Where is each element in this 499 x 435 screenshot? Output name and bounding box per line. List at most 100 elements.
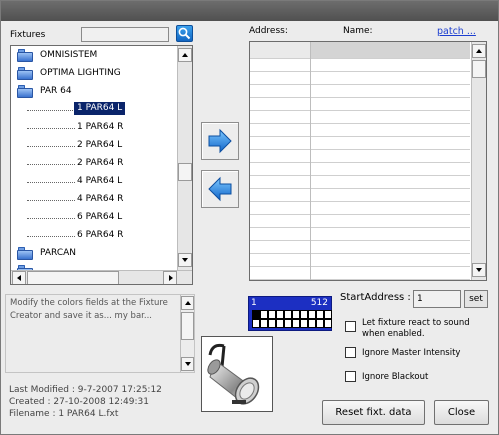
tree-scroll-left-button[interactable] — [12, 271, 26, 284]
ignore-blackout-checkbox[interactable] — [345, 371, 356, 382]
tree-item-label: PARCAN — [40, 248, 76, 258]
tree-connector — [27, 110, 75, 111]
dmx-channel-cell — [316, 319, 324, 328]
tree-fixture-item[interactable]: 4 PAR64 R — [11, 191, 176, 209]
dmx-channel-cell — [276, 319, 284, 328]
last-modified-text: Last Modified : 9-7-2007 17:25:12 — [9, 385, 162, 395]
tree-hscroll-thumb[interactable] — [27, 271, 119, 284]
tree-folder-item[interactable]: PAR 64 — [11, 83, 176, 101]
ignore-master-intensity-label: Ignore Master Intensity — [362, 348, 461, 358]
dmx-channel-cell — [300, 319, 308, 328]
tree-fixture-item[interactable]: 2 PAR64 L — [11, 137, 176, 155]
tree-scroll-thumb[interactable] — [178, 163, 192, 181]
arrow-down-icon — [476, 268, 482, 272]
notes-scroll-down-button[interactable] — [181, 357, 194, 371]
dmx-channel-cell — [260, 310, 268, 319]
notes-area[interactable]: Modify the colors fields at the Fixture … — [5, 294, 195, 373]
tree-fixture-item[interactable]: 4 PAR64 L — [11, 173, 176, 191]
notes-text: Modify the colors fields at the Fixture … — [10, 298, 168, 321]
sound-react-label: Let fixture react to sound when enabled. — [362, 318, 470, 339]
notes-scroll-up-button[interactable] — [181, 296, 194, 310]
tree-item-label: 1 PAR64 L — [74, 102, 126, 115]
set-button[interactable]: set — [464, 290, 488, 308]
name-column-label: Name: — [343, 26, 373, 36]
patch-scroll-up-button[interactable] — [472, 44, 486, 58]
remove-fixture-button[interactable] — [201, 170, 239, 208]
tree-item-label: 4 PAR64 R — [77, 194, 124, 204]
tree-scroll-up-button[interactable] — [178, 48, 192, 62]
dmx-cells — [252, 310, 332, 330]
dmx-channel-cell — [292, 319, 300, 328]
ignore-master-intensity-checkbox[interactable] — [345, 347, 356, 358]
patch-link[interactable]: patch ... — [437, 26, 476, 37]
reset-fixture-data-button[interactable]: Reset fixt. data — [322, 400, 425, 425]
search-button[interactable] — [176, 25, 193, 42]
tree-fixture-item[interactable]: 1 PAR64 L — [11, 101, 176, 119]
start-address-label: StartAddress : — [340, 292, 411, 303]
tree-item-label: OPTIMA LIGHTING — [40, 68, 121, 78]
sound-react-checkbox[interactable] — [345, 321, 356, 332]
start-address-input[interactable]: 1 — [413, 290, 461, 308]
tree-connector — [27, 128, 75, 129]
title-bar[interactable] — [1, 1, 498, 21]
patch-scroll-down-button[interactable] — [472, 263, 486, 277]
tree-folder-item[interactable]: OMNISISTEM — [11, 47, 176, 65]
fixtures-label: Fixtures — [10, 30, 46, 40]
arrow-down-icon — [185, 362, 191, 366]
tree-connector — [27, 200, 75, 201]
notes-scroll-thumb[interactable] — [181, 312, 194, 340]
arrow-down-icon — [182, 258, 188, 262]
filename-text: Filename : 1 PAR64 L.fxt — [9, 409, 119, 419]
dmx-start-label: 1 — [251, 298, 257, 308]
tree-fixture-item[interactable]: 6 PAR64 R — [11, 227, 176, 245]
dmx-channel-cell — [252, 319, 260, 328]
add-fixture-button[interactable] — [201, 122, 239, 160]
tree-scroll-right-button[interactable] — [163, 271, 177, 284]
tree-item-label: 2 PAR64 R — [77, 158, 124, 168]
tree-connector — [27, 218, 75, 219]
dmx-channel-cell — [300, 310, 308, 319]
patch-grid[interactable] — [249, 41, 487, 281]
tree-item-label: 1 PAR64 R — [77, 122, 124, 132]
dmx-channel-cell — [308, 319, 316, 328]
notes-vertical-scrollbar[interactable] — [180, 295, 194, 372]
dmx-channel-cell — [316, 310, 324, 319]
tree-folder-item[interactable]: OPTIMA LIGHTING — [11, 65, 176, 83]
fixture-tree[interactable]: OMNISISTEM OPTIMA LIGHTING PAR 64 1 PAR64 L… — [10, 45, 193, 285]
tree-fixture-item[interactable]: 1 PAR64 R — [11, 119, 176, 137]
search-icon — [178, 27, 191, 40]
arrow-right-icon — [169, 275, 173, 281]
dmx-channel-cell — [292, 310, 300, 319]
tree-item-label: OMNISISTEM — [40, 50, 98, 60]
search-input[interactable] — [81, 27, 169, 42]
patch-grid-lines — [250, 42, 470, 280]
arrow-right-icon — [208, 128, 232, 154]
patch-vertical-scrollbar[interactable] — [471, 42, 486, 280]
tree-scroll-down-button[interactable] — [178, 253, 192, 267]
ignore-blackout-label: Ignore Blackout — [362, 372, 429, 382]
tree-vertical-scrollbar[interactable] — [177, 46, 192, 270]
arrow-up-icon — [185, 301, 191, 305]
tree-item-label: 2 PAR64 L — [77, 140, 123, 150]
fixture-thumbnail — [201, 336, 273, 412]
dmx-channel-cell — [260, 319, 268, 328]
tree-fixture-item[interactable]: 2 PAR64 R — [11, 155, 176, 173]
tree-fixture-item[interactable]: 6 PAR64 L — [11, 209, 176, 227]
dmx-channel-cell — [308, 310, 316, 319]
tree-connector — [27, 146, 75, 147]
dmx-channel-cell — [268, 319, 276, 328]
arrow-up-icon — [476, 49, 482, 53]
created-text: Created : 27-10-2008 12:49:31 — [9, 397, 149, 407]
dmx-channel-map: 1 512 — [248, 296, 332, 331]
arrow-left-icon — [17, 275, 21, 281]
arrow-up-icon — [182, 53, 188, 57]
tree-horizontal-scrollbar[interactable] — [11, 270, 192, 284]
tree-folder-item[interactable]: PARCAN — [11, 245, 176, 263]
close-button[interactable]: Close — [434, 400, 489, 425]
tree-item-label: 4 PAR64 L — [77, 176, 123, 186]
address-column-label: Address: — [249, 26, 288, 36]
tree-item-label: 6 PAR64 L — [77, 212, 123, 222]
dmx-end-label: 512 — [310, 298, 328, 308]
dmx-channel-cell — [276, 310, 284, 319]
patch-scroll-thumb[interactable] — [472, 60, 486, 78]
